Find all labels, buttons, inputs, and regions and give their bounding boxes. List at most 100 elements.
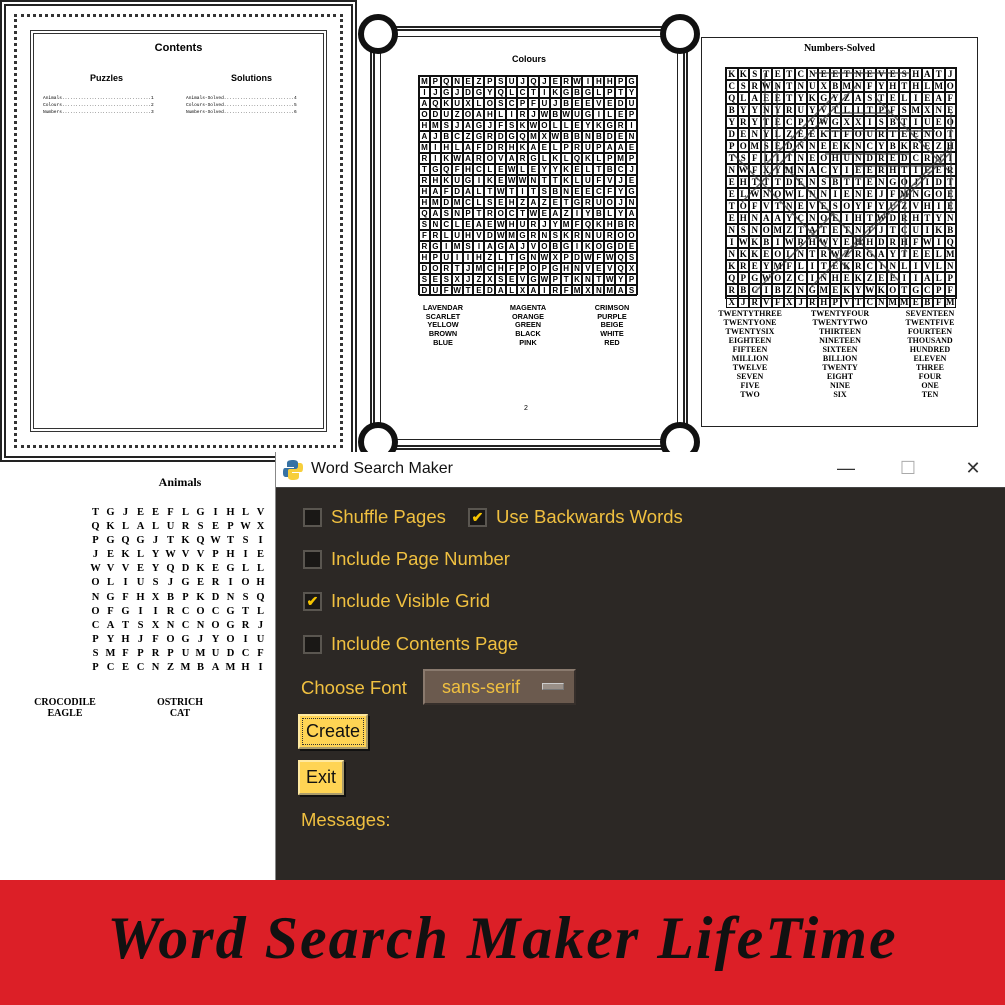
- grid-letter: U: [593, 230, 605, 241]
- grid-letter: G: [181, 577, 190, 589]
- promo-banner: Word Search Maker LifeTime: [0, 880, 1005, 1005]
- grid-letter: T: [549, 175, 561, 186]
- grid-letter: B: [196, 662, 204, 674]
- shuffle-pages-checkbox[interactable]: Shuffle Pages: [303, 506, 446, 528]
- corner-ornament: [660, 14, 700, 54]
- word-list-item: PINK: [519, 337, 537, 347]
- grid-letter: Y: [615, 208, 627, 219]
- grid-letter: F: [604, 186, 616, 197]
- grid-letter: P: [626, 109, 637, 120]
- exit-button[interactable]: Exit: [298, 760, 345, 795]
- close-button[interactable]: ✕: [958, 458, 988, 479]
- grid-letter: P: [538, 263, 550, 274]
- word-list-item: FIVE: [740, 381, 760, 390]
- grid-letter: C: [91, 619, 100, 631]
- grid-letter: E: [495, 175, 507, 186]
- checkbox-box[interactable]: [303, 634, 322, 654]
- grid-letter: I: [538, 87, 550, 98]
- grid-letter: I: [429, 142, 441, 153]
- grid-letter: Q: [440, 164, 452, 175]
- grid-letter: X: [451, 274, 463, 285]
- grid-letter: V: [604, 263, 616, 274]
- grid-letter: S: [506, 120, 518, 131]
- title-bar[interactable]: Word Search Maker — ☐ ✕: [276, 452, 1005, 488]
- grid-letter: F: [107, 605, 114, 617]
- checkbox-box[interactable]: [303, 549, 322, 569]
- grid-letter: G: [226, 605, 235, 617]
- grid-letter: X: [538, 131, 550, 142]
- grid-letter: I: [506, 109, 518, 120]
- font-dropdown[interactable]: sans-serif: [423, 669, 576, 705]
- include-contents-page-checkbox[interactable]: Include Contents Page: [303, 633, 518, 655]
- grid-letter: N: [451, 208, 463, 219]
- checkbox-box[interactable]: ✔: [303, 591, 322, 611]
- grid-letter: P: [212, 549, 219, 561]
- grid-letter: J: [538, 219, 550, 230]
- solution-strike-lines: [732, 72, 952, 293]
- grid-letter: P: [429, 76, 441, 87]
- grid-letter: Q: [527, 76, 539, 87]
- grid-letter: T: [121, 619, 129, 631]
- grid-letter: S: [626, 252, 637, 263]
- colours-title: Colours: [511, 54, 546, 64]
- grid-letter: L: [256, 605, 264, 617]
- grid-letter: E: [462, 76, 474, 87]
- grid-letter: A: [473, 219, 485, 230]
- grid-letter: Y: [106, 633, 115, 645]
- grid-letter: R: [429, 230, 441, 241]
- grid-letter: H: [593, 76, 605, 87]
- word-list-item: TWENTYTHREE: [718, 309, 782, 318]
- grid-letter: P: [92, 633, 99, 645]
- grid-letter: A: [429, 186, 441, 197]
- use-backwards-words-checkbox[interactable]: ✔ Use Backwards Words: [468, 506, 683, 528]
- grid-letter: J: [257, 619, 264, 631]
- grid-letter: V: [495, 153, 507, 164]
- grid-letter: I: [243, 549, 248, 561]
- grid-letter: W: [506, 164, 518, 175]
- grid-letter: P: [92, 535, 99, 547]
- grid-letter: B: [571, 87, 583, 98]
- grid-letter: U: [440, 252, 452, 263]
- contents-title: Contents: [154, 42, 203, 54]
- word-list-item: FIFTEEN: [732, 345, 768, 354]
- grid-letter: T: [166, 535, 174, 547]
- grid-letter: M: [105, 647, 116, 659]
- include-page-number-checkbox[interactable]: Include Page Number: [303, 548, 510, 570]
- grid-letter: I: [258, 662, 263, 674]
- grid-letter: E: [211, 563, 219, 575]
- grid-letter: C: [181, 605, 190, 617]
- checkbox-label: Shuffle Pages: [331, 506, 446, 527]
- check-icon: ✔: [306, 592, 319, 609]
- word-list-column: TWENTYFOUR TWENTYTWO THIRTEEN NINETEEN SIXTE…: [795, 309, 885, 399]
- word-list-item: THREE: [915, 363, 944, 372]
- grid-letter: E: [136, 563, 144, 575]
- grid-letter: I: [571, 208, 583, 219]
- word-list-item: SIX: [833, 390, 847, 399]
- grid-letter: I: [462, 252, 474, 263]
- grid-letter: C: [462, 197, 474, 208]
- create-button[interactable]: Create: [298, 714, 369, 749]
- grid-letter: J: [484, 120, 496, 131]
- grid-letter: F: [560, 285, 572, 296]
- grid-letter: A: [211, 662, 220, 674]
- solutions-heading: Solutions: [231, 73, 272, 83]
- grid-letter: G: [495, 241, 507, 252]
- grid-letter: Z: [473, 274, 485, 285]
- checkbox-box[interactable]: [303, 507, 322, 527]
- grid-letter: S: [538, 186, 550, 197]
- include-visible-grid-checkbox[interactable]: ✔ Include Visible Grid: [303, 590, 490, 612]
- grid-letter: K: [440, 175, 452, 186]
- grid-letter: J: [451, 87, 463, 98]
- grid-letter: M: [180, 662, 191, 674]
- page-number: 2: [524, 405, 528, 412]
- corner-ornament: [358, 14, 398, 54]
- grid-letter: H: [604, 219, 616, 230]
- grid-letter: Y: [615, 186, 627, 197]
- maximize-button[interactable]: ☐: [893, 458, 923, 479]
- grid-letter: S: [419, 274, 430, 285]
- grid-letter: M: [604, 285, 616, 296]
- minimize-button[interactable]: —: [831, 458, 861, 479]
- checkbox-box[interactable]: ✔: [468, 507, 487, 527]
- grid-letter: F: [152, 633, 159, 645]
- grid-letter: H: [440, 142, 452, 153]
